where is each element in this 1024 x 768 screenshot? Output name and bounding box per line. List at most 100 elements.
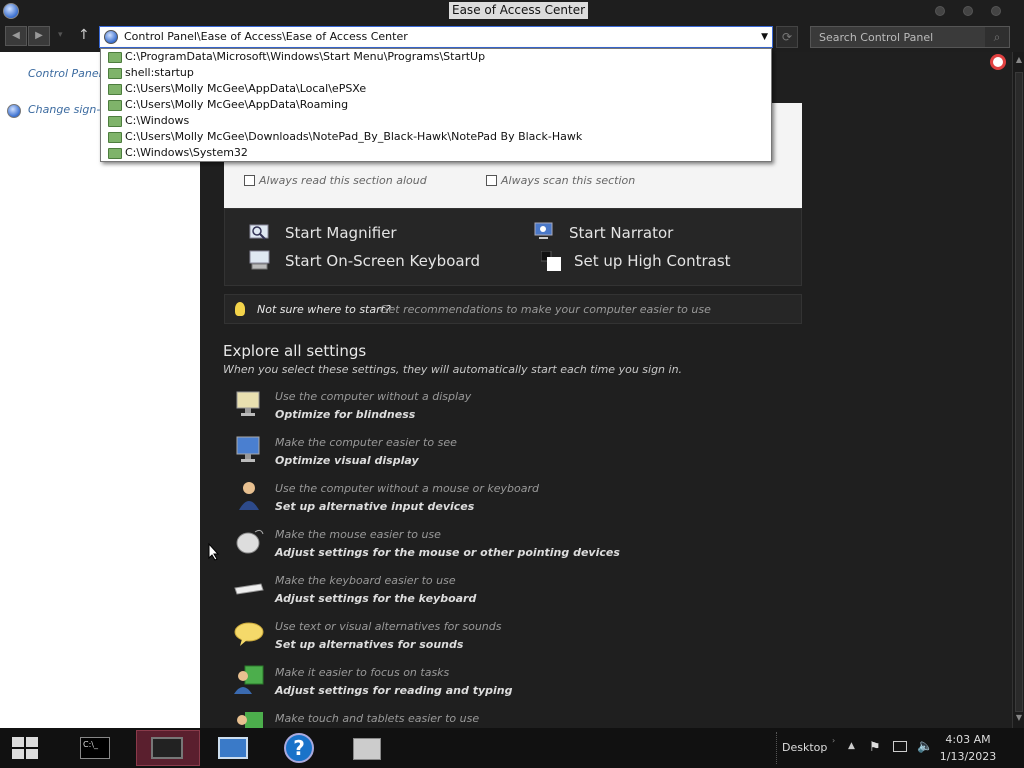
on-screen-keyboard-icon <box>249 250 270 270</box>
speech-bubble-icon <box>234 622 264 646</box>
tablet-icon <box>237 712 263 728</box>
mouse-cursor-icon <box>208 543 220 561</box>
start-narrator-link[interactable]: Start Narrator <box>569 224 673 242</box>
start-button[interactable] <box>0 730 56 766</box>
folder-icon <box>108 68 122 79</box>
refresh-button[interactable]: ⟳ <box>776 26 798 48</box>
recent-locations-button[interactable]: ▾ <box>58 30 63 40</box>
narrator-icon <box>534 222 553 239</box>
address-bar[interactable]: Control Panel\Ease of Access\Ease of Acc… <box>99 26 773 48</box>
taskbar-command-prompt[interactable]: C:\_ <box>68 730 124 766</box>
monitor-icon <box>151 737 183 759</box>
search-box[interactable]: ⌕ <box>810 26 1010 48</box>
change-sign-in-link[interactable]: Change sign-in <box>28 103 110 116</box>
divider <box>776 732 777 764</box>
setting-desc: Make the computer easier to see <box>275 436 457 449</box>
scrollbar-thumb[interactable] <box>1015 72 1023 712</box>
always-read-checkbox[interactable] <box>244 175 255 186</box>
folder-icon <box>108 148 122 159</box>
folder-icon <box>108 84 122 95</box>
setting-desc: Use the computer without a mouse or keyb… <box>275 482 539 495</box>
network-icon[interactable] <box>893 741 907 752</box>
control-panel-icon[interactable] <box>3 3 19 19</box>
help-icon[interactable] <box>990 54 1006 70</box>
setting-desc: Use the computer without a display <box>275 390 472 403</box>
setting-desc: Make the keyboard easier to use <box>275 574 456 587</box>
forward-button[interactable]: ▶ <box>28 26 50 46</box>
taskbar-app-window[interactable] <box>206 730 262 766</box>
history-item[interactable]: C:\Windows <box>105 113 189 129</box>
taskbar: C:\_ ? Desktop › ▲ ⚑ 🔈 4:03 AM 1/13/2023 <box>0 728 1024 768</box>
maximize-button[interactable] <box>963 6 973 16</box>
person-window-icon <box>234 665 264 694</box>
clock-time[interactable]: 4:03 AM <box>928 733 1008 746</box>
close-button[interactable] <box>991 6 1001 16</box>
setting-desc: Make touch and tablets easier to use <box>275 712 480 725</box>
address-path[interactable]: Control Panel\Ease of Access\Ease of Acc… <box>124 30 408 43</box>
optimize-visual-display-link[interactable]: Optimize visual display <box>275 454 419 467</box>
keyboard-settings-link[interactable]: Adjust settings for the keyboard <box>275 592 476 605</box>
folder-icon <box>108 132 122 143</box>
always-scan-label[interactable]: Always scan this section <box>501 174 635 187</box>
history-item[interactable]: C:\Windows\System32 <box>105 145 248 161</box>
taskbar-control-panel[interactable] <box>136 730 200 766</box>
start-magnifier-link[interactable]: Start Magnifier <box>285 224 397 242</box>
desktop-toolbar-label[interactable]: Desktop <box>782 741 827 754</box>
high-contrast-icon <box>541 251 561 271</box>
search-icon[interactable]: ⌕ <box>985 27 1009 47</box>
chevron-right-icon[interactable]: › <box>832 736 835 745</box>
folder-icon <box>108 100 122 111</box>
sound-alternatives-link[interactable]: Set up alternatives for sounds <box>275 638 463 651</box>
command-prompt-icon: C:\_ <box>80 737 110 759</box>
forward-arrow-icon: ▶ <box>35 30 43 41</box>
minimize-button[interactable] <box>935 6 945 16</box>
start-on-screen-keyboard-link[interactable]: Start On-Screen Keyboard <box>285 252 480 270</box>
clock-date[interactable]: 1/13/2023 <box>928 750 1008 763</box>
setting-desc: Use text or visual alternatives for soun… <box>275 620 502 633</box>
person-headset-icon <box>239 482 259 510</box>
reading-typing-settings-link[interactable]: Adjust settings for reading and typing <box>275 684 512 697</box>
history-item[interactable]: C:\Users\Molly McGee\AppData\Roaming <box>105 97 348 113</box>
alternative-input-devices-link[interactable]: Set up alternative input devices <box>275 500 474 513</box>
taskbar-store[interactable] <box>340 730 396 766</box>
vertical-scrollbar[interactable]: ▲ ▼ <box>1012 52 1024 728</box>
mouse-icon <box>236 529 264 554</box>
control-panel-home-link[interactable]: Control Panel <box>28 67 102 80</box>
scroll-up-icon[interactable]: ▲ <box>1014 55 1024 67</box>
sign-in-icon <box>7 104 21 118</box>
common-tools-panel: Start Magnifier Start Narrator Start On-… <box>224 208 802 286</box>
scroll-down-icon[interactable]: ▼ <box>1014 713 1024 725</box>
action-center-flag-icon[interactable]: ⚑ <box>869 740 881 755</box>
search-input[interactable] <box>811 27 985 47</box>
refresh-icon: ⟳ <box>781 30 793 44</box>
setting-desc: Make the mouse easier to use <box>275 528 441 541</box>
recommendations-link[interactable]: Get recommendations to make your compute… <box>380 303 711 316</box>
history-item[interactable]: shell:startup <box>105 65 194 81</box>
title-bar: Ease of Access Center <box>0 0 1024 22</box>
history-item[interactable]: C:\ProgramData\Microsoft\Windows\Start M… <box>105 49 485 65</box>
address-history-dropdown: C:\ProgramData\Microsoft\Windows\Start M… <box>100 48 772 162</box>
up-arrow-icon[interactable]: ↑ <box>78 27 90 43</box>
history-item[interactable]: C:\Users\Molly McGee\Downloads\NotePad_B… <box>105 129 582 145</box>
explore-subheading: When you select these settings, they wil… <box>223 363 683 376</box>
monitor-icon <box>236 436 260 462</box>
help-icon: ? <box>284 733 314 763</box>
control-panel-icon <box>104 30 118 44</box>
mouse-settings-link[interactable]: Adjust settings for the mouse or other p… <box>275 546 620 559</box>
window-title: Ease of Access Center <box>449 2 589 19</box>
back-button[interactable]: ◀ <box>5 26 27 46</box>
window-icon <box>218 737 248 759</box>
always-read-label[interactable]: Always read this section aloud <box>259 174 427 187</box>
explore-heading: Explore all settings <box>223 342 367 360</box>
folder-icon <box>108 116 122 127</box>
setting-desc: Make it easier to focus on tasks <box>275 666 450 679</box>
show-hidden-icons-icon[interactable]: ▲ <box>848 741 855 751</box>
taskbar-help[interactable]: ? <box>272 730 328 766</box>
windows-logo-icon <box>12 737 38 759</box>
always-scan-checkbox[interactable] <box>486 175 497 186</box>
chevron-down-icon[interactable]: ▼ <box>761 32 768 42</box>
lightbulb-icon <box>235 302 245 316</box>
history-item[interactable]: C:\Users\Molly McGee\AppData\Local\ePSXe <box>105 81 366 97</box>
optimize-for-blindness-link[interactable]: Optimize for blindness <box>275 408 415 421</box>
set-up-high-contrast-link[interactable]: Set up High Contrast <box>574 252 731 270</box>
